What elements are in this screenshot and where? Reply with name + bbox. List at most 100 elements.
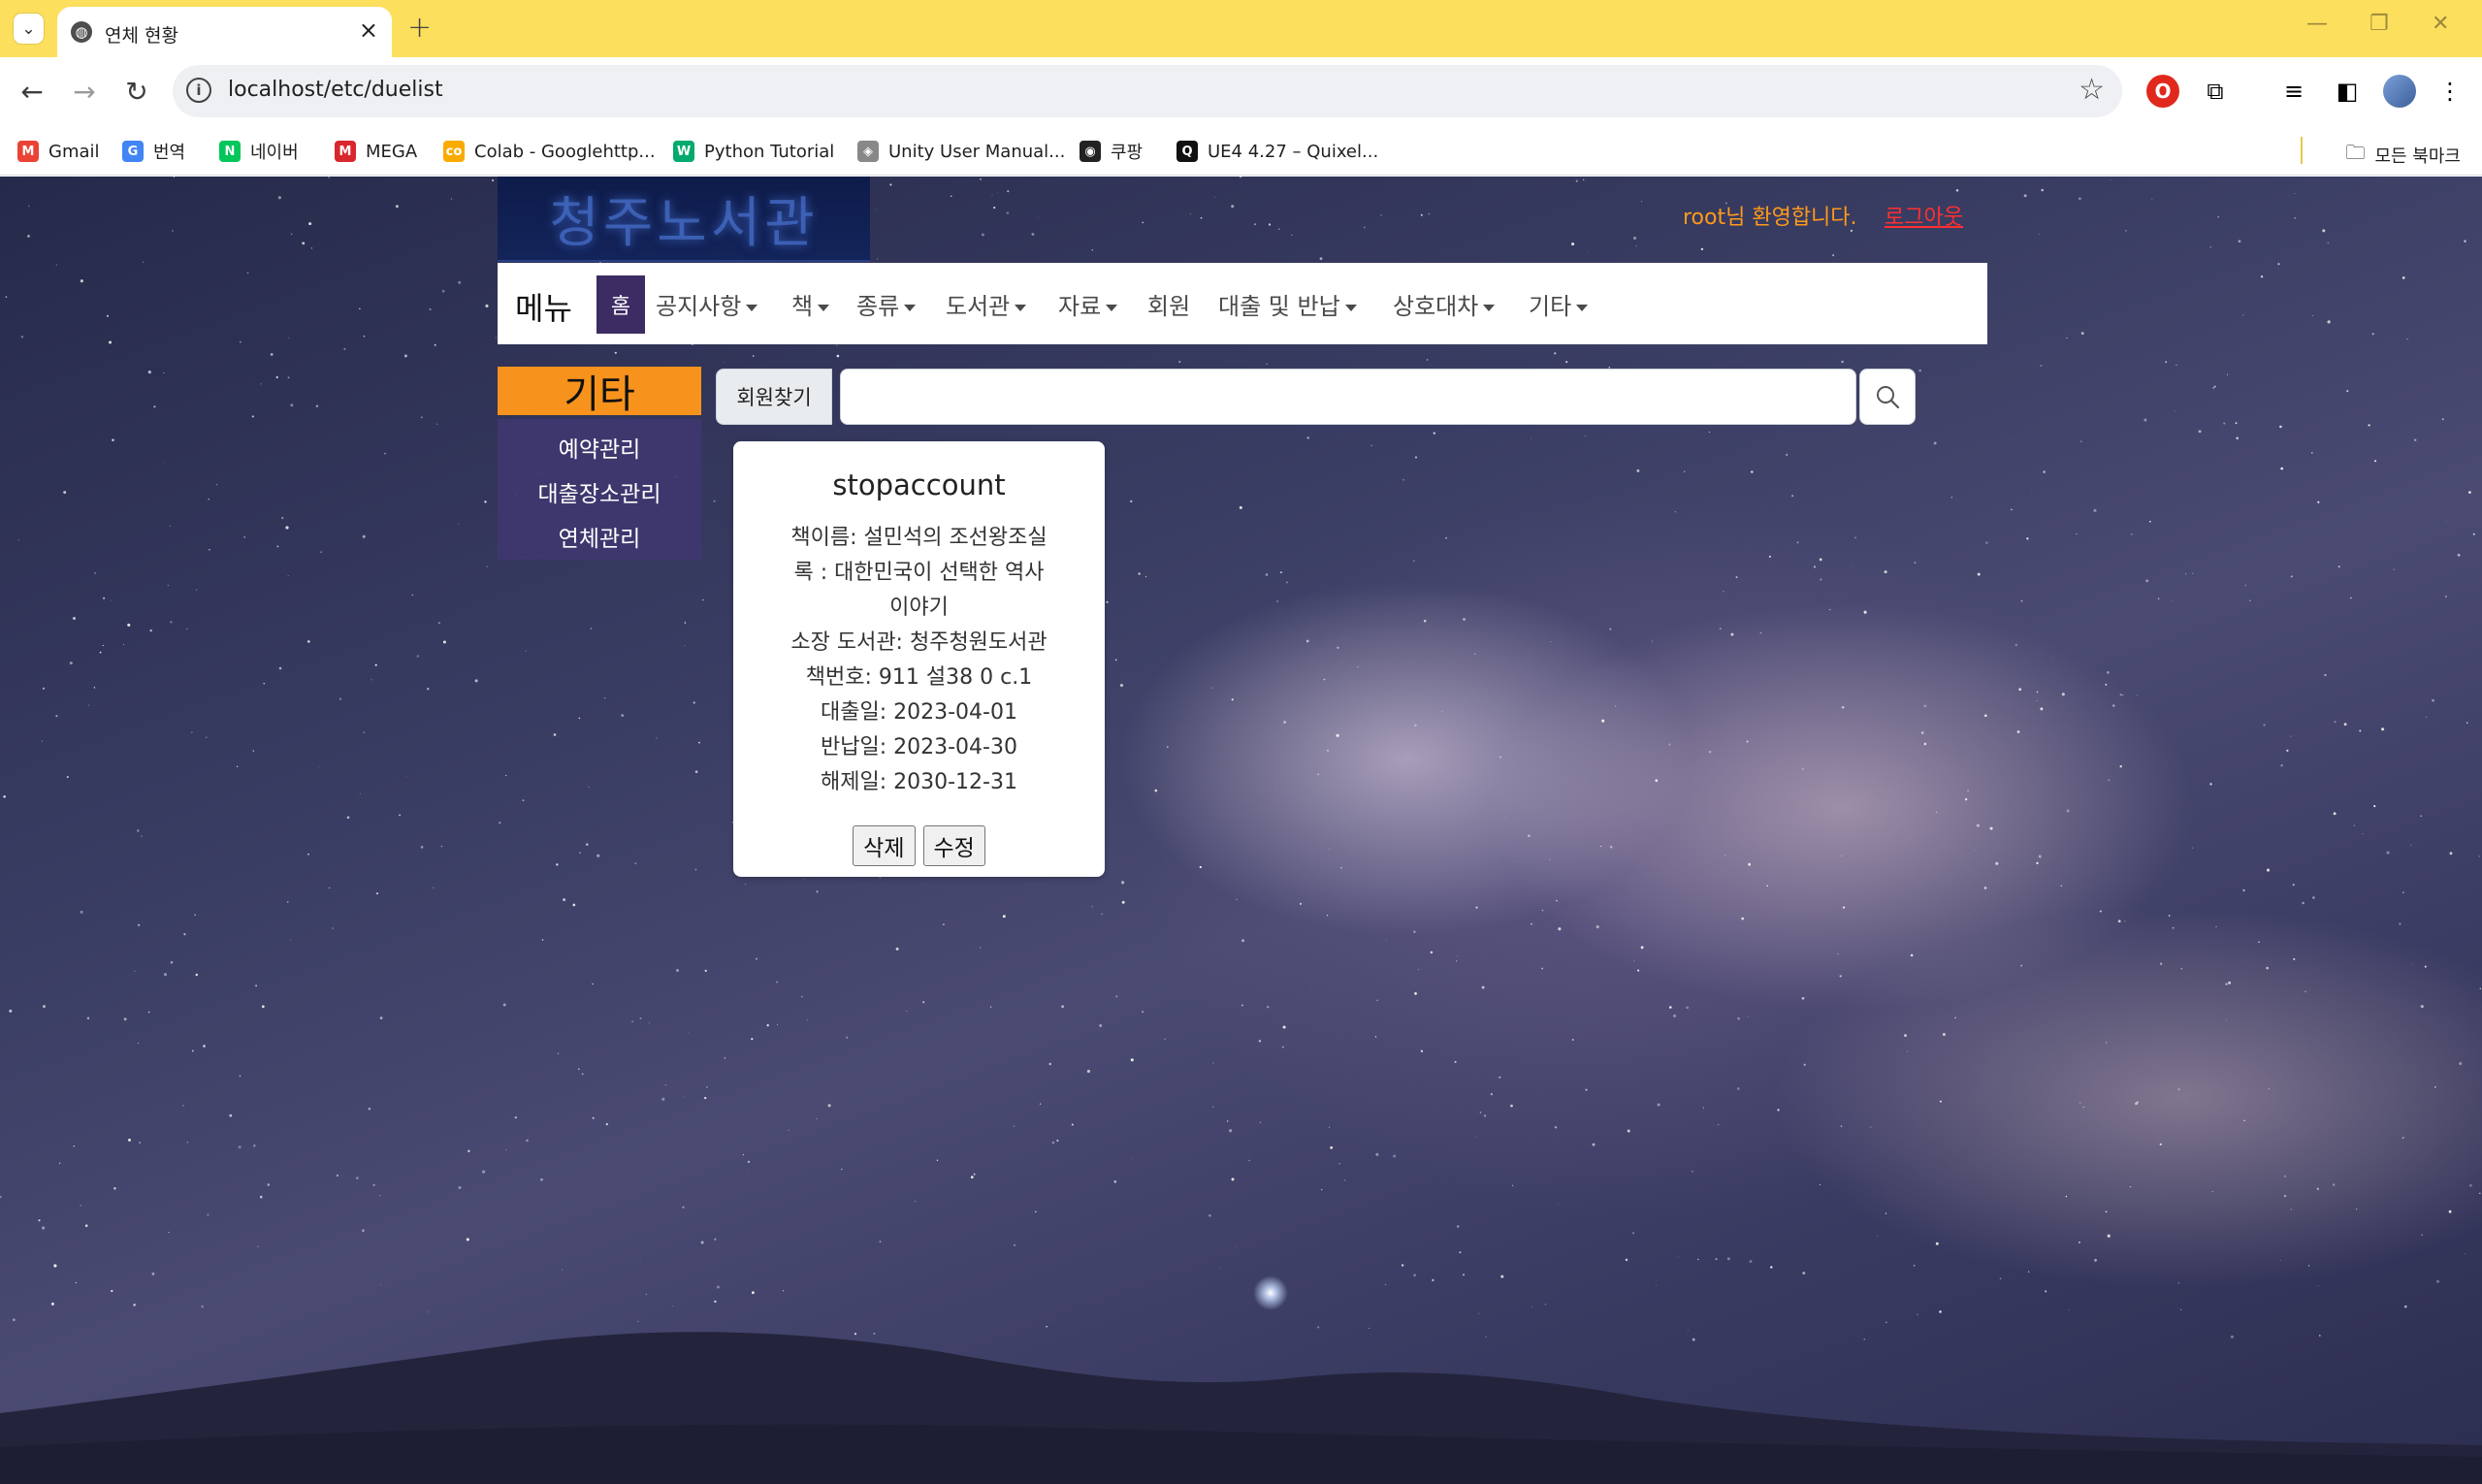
chevron-down-icon: ⌄ [21,18,36,39]
bookmark-3[interactable]: M MEGA [335,139,417,164]
mountain-silhouette [0,1332,2482,1484]
navbar-brand[interactable]: 메뉴 [515,284,572,329]
back-icon[interactable]: ← [12,71,52,112]
bookmark-label: Python Tutorial [704,141,835,162]
bright-star [1253,1275,1288,1310]
bookmark-label: Unity User Manual... [888,141,1066,162]
site-logo-text: 청주노서관 [549,191,819,255]
sidebar-item-reservation[interactable]: 예약관리 [498,431,701,464]
sidebar-item-loan-location[interactable]: 대출장소관리 [498,475,701,508]
nav-label: 자료 [1058,293,1102,320]
nav-members[interactable]: 회원 [1147,287,1190,321]
forward-icon[interactable]: → [64,71,105,112]
member-search-label: 회원찾기 [716,369,832,425]
bookmark-7[interactable]: ◉ 쿠팡 [1080,139,1143,164]
nav-label: 종류 [856,293,900,320]
nav-interlibrary[interactable]: 상호대차 [1393,287,1496,321]
bookmarks-divider [2301,137,2303,164]
gmail-icon: M [17,141,39,162]
logout-link[interactable]: 로그아웃 [1885,200,1963,231]
card-actions: 삭제 수정 [733,825,1105,866]
bookmark-6[interactable]: ◈ Unity User Manual... [857,139,1065,164]
all-bookmarks-folder[interactable]: 🗀 모든 북마크 [2345,139,2461,172]
caret-down-icon [818,304,830,311]
minimize-icon[interactable]: — [2306,12,2328,36]
search-button[interactable] [1859,369,1916,425]
nav-library[interactable]: 도서관 [946,287,1027,321]
translate-icon: G [122,141,144,162]
close-window-icon[interactable]: ✕ [2432,12,2449,36]
profile-avatar[interactable] [2383,75,2416,108]
bookmark-8[interactable]: Q UE4 4.27 – Quixel... [1177,139,1378,164]
nav-notice[interactable]: 공지사항 [656,287,758,321]
bookmark-label: Colab - Googlehttp... [474,141,656,162]
folder-icon: 🗀 [2345,141,2366,164]
site-info-icon[interactable]: i [186,78,211,103]
nav-loan-return[interactable]: 대출 및 반납 [1218,287,1357,321]
member-search-input[interactable] [840,369,1856,425]
search-icon [1877,386,1900,409]
nav-etc[interactable]: 기타 [1529,287,1589,321]
card-title: stopaccount [832,468,1006,501]
nav-home[interactable]: 홈 [596,275,645,334]
opera-extension-icon[interactable]: O [2146,75,2179,108]
bookmark-1[interactable]: G 번역 [122,139,185,164]
card-line: 반납일: 2023-04-30 [821,735,1017,759]
nav-label: 대출 및 반납 [1218,293,1340,320]
nav-label: 책 [791,293,814,320]
card-line: 책번호: 911 설38 0 c.1 [805,665,1033,690]
nav-books[interactable]: 책 [791,287,830,321]
delete-button[interactable]: 삭제 [853,825,916,866]
extensions-puzzle-icon[interactable]: ⧉ [2199,75,2232,108]
w3schools-icon: W [673,141,694,162]
globe-icon: ◉ [1080,141,1101,162]
nav-materials[interactable]: 자료 [1058,287,1118,321]
browser-tab-active[interactable]: ◍ 연체 현황 × [57,7,392,57]
nav-label: 기타 [1529,293,1572,320]
card-line: 책이름: 설민석의 조선왕조실 [790,526,1048,550]
sidebar-item-overdue[interactable]: 연체관리 [498,520,701,553]
unity-icon: ◈ [857,141,879,162]
bookmark-label: 네이버 [250,143,299,163]
caret-down-icon [1576,304,1589,311]
mega-icon: M [335,141,356,162]
nav-label: 공지사항 [656,293,742,320]
sidebar-title: 기타 [498,367,701,417]
tab-close-icon[interactable]: × [359,16,378,44]
restore-icon[interactable]: ❐ [2369,12,2389,36]
bookmark-0[interactable]: M Gmail [17,139,100,164]
caret-down-icon [1483,304,1496,311]
nav-label: 상호대차 [1393,293,1479,320]
tab-search-button[interactable]: ⌄ [13,13,45,45]
caret-down-icon [1106,304,1118,311]
bookmark-2[interactable]: N 네이버 [219,139,299,164]
colab-icon: co [443,141,465,162]
bookmarks-bar: M Gmail G 번역 N 네이버 M MEGA co Colab - Googlehttp..… [0,127,2482,176]
bookmark-4[interactable]: co Colab - Googlehttp... [443,139,656,164]
bookmark-label: MEGA [366,141,418,162]
edit-button[interactable]: 수정 [922,825,985,866]
nav-category[interactable]: 종류 [856,287,917,321]
card-line: 이야기 [889,596,949,620]
bookmark-star-icon[interactable]: ☆ [2079,73,2105,107]
site-logo[interactable]: 청주노서관 [498,177,870,262]
caret-down-icon [1015,304,1027,311]
media-control-icon[interactable]: ≡ [2277,75,2310,108]
overdue-card: stopaccount 책이름: 설민석의 조선왕조실 록 : 대한민국이 선택… [733,441,1105,877]
all-bookmarks-label: 모든 북마크 [2374,146,2461,167]
card-line: 해제일: 2030-12-31 [821,770,1017,794]
reload-icon[interactable]: ↻ [116,71,157,112]
bookmark-5[interactable]: W Python Tutorial [673,139,834,164]
tab-title: 연체 현황 [105,25,178,47]
kebab-menu-icon[interactable]: ⋮ [2434,75,2466,108]
welcome-message: root님 환영합니다. [1683,206,1857,230]
main-navbar: 메뉴 홈 공지사항 책 종류 도서관 자료 회원 대출 및 반납 상호대차 기타 [498,263,1987,344]
address-bar[interactable]: i localhost/etc/duelist ☆ [173,65,2122,117]
card-line: 대출일: 2023-04-01 [821,700,1017,725]
browser-toolbar: ← → ↻ i localhost/etc/duelist ☆ O ⧉ ≡ ◧ … [0,57,2482,127]
caret-down-icon [1344,304,1357,311]
card-body: 책이름: 설민석의 조선왕조실 록 : 대한민국이 선택한 역사 이야기 소장 … [762,521,1076,800]
side-panel-icon[interactable]: ◧ [2331,75,2364,108]
new-tab-icon[interactable]: + [407,11,432,45]
bookmark-label: Gmail [48,141,100,162]
